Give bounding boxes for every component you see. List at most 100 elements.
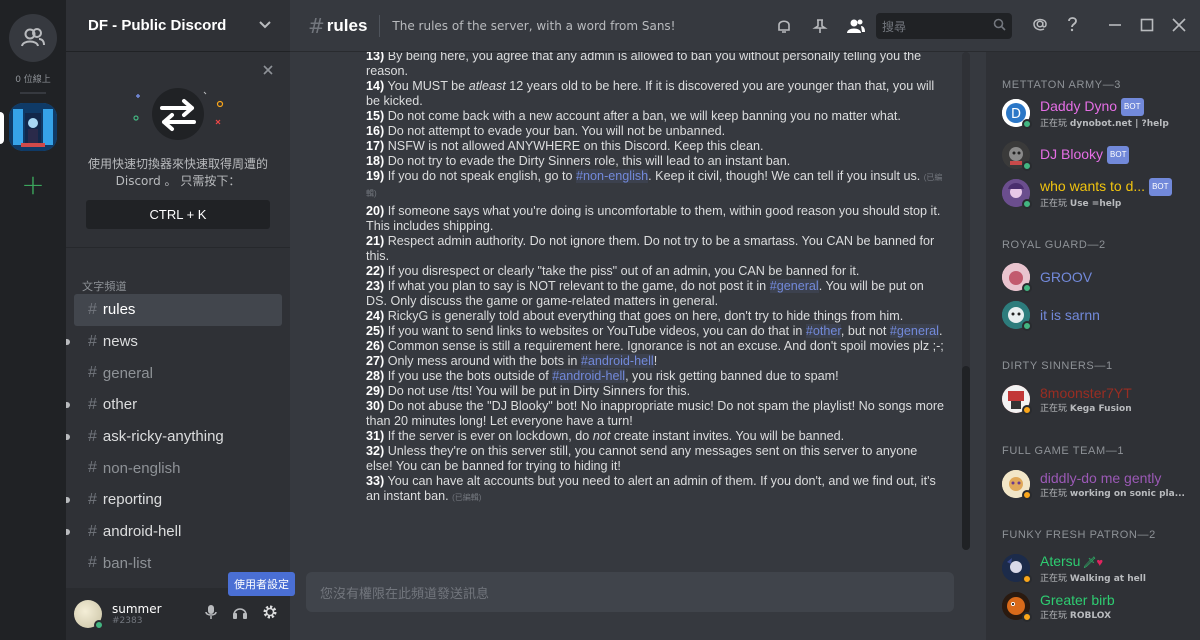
channel-ask-ricky-anything[interactable]: # ask-ricky-anything	[66, 421, 282, 453]
headphones-icon[interactable]	[232, 604, 248, 624]
channel-mention[interactable]: #general	[769, 279, 819, 293]
hash-icon: #	[88, 490, 97, 508]
friends-home-button[interactable]	[9, 14, 57, 62]
channel-title: rules	[326, 15, 368, 35]
member-activity: Kega Fusion	[1069, 403, 1132, 414]
online-status-icon	[1022, 161, 1032, 171]
guild-separator	[20, 92, 46, 94]
channel-mention[interactable]: #non-english	[576, 169, 649, 183]
channel-sidebar: DF - Public Discord 使用快速切換器來快速取得周遭的 Disc…	[66, 0, 290, 640]
member-list-icon[interactable]	[846, 16, 866, 36]
channel-rules[interactable]: # rules	[74, 294, 282, 326]
member-item[interactable]: diddly-do me gently 正在玩 working on sonic…	[1002, 467, 1198, 501]
member-activity: working on sonic pla...	[1069, 488, 1185, 499]
member-name: DJ Blooky	[1040, 146, 1104, 162]
composer-placeholder: 您沒有權限在此頻道發送訊息	[320, 586, 490, 602]
avatar	[1002, 301, 1032, 331]
username: summer	[112, 602, 162, 616]
channel-mention[interactable]: #android-hell	[552, 369, 626, 383]
avatar[interactable]	[74, 600, 104, 630]
member-item[interactable]: D Daddy Dyno BOT 正在玩 dynobot.net | ?help	[1002, 96, 1198, 130]
unread-indicator	[66, 402, 70, 409]
member-name: Atersu	[1040, 552, 1081, 569]
text-channels-category[interactable]: 文字頻道	[82, 278, 127, 294]
gear-icon[interactable]	[262, 604, 278, 624]
channel-android-hell[interactable]: # android-hell	[66, 516, 282, 548]
mention-icon[interactable]	[1032, 16, 1048, 36]
role-header: DIRTY SINNERS—1	[1002, 360, 1113, 372]
chevron-down-icon	[258, 17, 272, 35]
role-header: METTATON ARMY—3	[1002, 79, 1122, 91]
channel-mention[interactable]: #general	[889, 324, 939, 338]
header-toolbar	[774, 0, 866, 52]
idle-status-icon	[1022, 405, 1032, 415]
avatar	[1002, 263, 1032, 293]
member-item[interactable]: 8moonster7YT 正在玩 Kega Fusion	[1002, 382, 1198, 416]
unread-indicator	[66, 433, 70, 440]
switch-arrows-icon	[133, 88, 224, 140]
idle-status-icon	[1022, 490, 1032, 500]
unread-indicator	[66, 338, 70, 345]
close-window-icon[interactable]	[1172, 17, 1186, 36]
avatar: D	[1002, 99, 1032, 129]
help-icon[interactable]	[1064, 16, 1080, 36]
channel-header: # rules The rules of the server, with a …	[290, 0, 1200, 52]
search-icon	[993, 18, 1006, 34]
channel-name: other	[102, 396, 138, 414]
plus-icon: +	[21, 167, 45, 201]
hash-icon: #	[88, 459, 97, 477]
guild-df-public-discord[interactable]	[9, 103, 57, 151]
microphone-icon[interactable]	[204, 604, 218, 624]
avatar	[1002, 554, 1032, 584]
member-name: GROOV	[1040, 269, 1093, 285]
close-icon[interactable]	[262, 64, 274, 80]
online-status-icon	[94, 620, 104, 630]
user-settings-tooltip: 使用者設定	[228, 572, 295, 596]
server-header[interactable]: DF - Public Discord	[66, 0, 290, 52]
member-item[interactable]: it is sarnn	[1002, 298, 1198, 332]
friends-icon	[21, 28, 45, 47]
channel-non-english[interactable]: # non-english	[74, 452, 282, 484]
channel-mention[interactable]: #other	[805, 324, 841, 338]
search-placeholder: 搜尋	[882, 19, 907, 34]
message-rules-part-1: 13) By being here, you agree that any ad…	[366, 52, 943, 198]
bot-badge: BOT	[1149, 177, 1172, 196]
sword-icon: 🗡	[1082, 556, 1097, 569]
member-item[interactable]: Atersu 🗡♥ 正在玩 Walking at hell	[1002, 551, 1198, 585]
role-header: FUNKY FRESH PATRON—2	[1002, 529, 1156, 541]
avatar	[1002, 470, 1032, 500]
quick-switcher-text: 使用快速切換器來快速取得周遭的 Discord 。 只需按下：	[87, 157, 268, 188]
maximize-icon[interactable]	[1140, 17, 1154, 36]
minimize-icon[interactable]	[1108, 17, 1122, 36]
server-name: DF - Public Discord	[88, 17, 227, 34]
channel-mention[interactable]: #android-hell	[580, 354, 654, 368]
channel-other[interactable]: # other	[66, 389, 282, 421]
channel-reporting[interactable]: # reporting	[66, 484, 282, 516]
bell-icon[interactable]	[774, 16, 794, 36]
hash-icon: #	[88, 427, 97, 445]
member-activity: ROBLOX	[1069, 610, 1112, 621]
member-name: Greater birb	[1040, 591, 1115, 608]
online-status-icon	[1022, 321, 1032, 331]
hash-icon: #	[88, 364, 97, 382]
channel-news[interactable]: # news	[66, 326, 282, 358]
member-item[interactable]: DJ Blooky BOT	[1002, 138, 1198, 172]
hash-icon: #	[88, 395, 97, 413]
hash-icon: #	[88, 332, 97, 350]
quick-switcher-tip: 使用快速切換器來快速取得周遭的 Discord 。 只需按下： CTRL + K	[66, 52, 290, 248]
channel-general[interactable]: # general	[74, 357, 282, 389]
member-activity: dynobot.net | ?help	[1069, 118, 1169, 129]
search-input[interactable]: 搜尋	[876, 13, 1012, 39]
channel-topic[interactable]: The rules of the server, with a word fro…	[392, 19, 675, 33]
idle-status-icon	[1022, 574, 1032, 584]
idle-status-icon	[1022, 612, 1032, 622]
header-divider	[379, 14, 381, 37]
member-item[interactable]: GROOV	[1002, 260, 1198, 294]
member-item[interactable]: who wants to d... BOT 正在玩 Use =help	[1002, 176, 1198, 210]
add-server-button[interactable]: +	[9, 160, 57, 208]
member-name: who wants to d...	[1040, 177, 1146, 194]
message-scrollbar-thumb[interactable]	[962, 366, 970, 550]
user-info: summer #2383	[112, 602, 162, 626]
member-item[interactable]: Greater birb 正在玩 ROBLOX	[1002, 589, 1198, 623]
pin-icon[interactable]	[810, 16, 830, 36]
